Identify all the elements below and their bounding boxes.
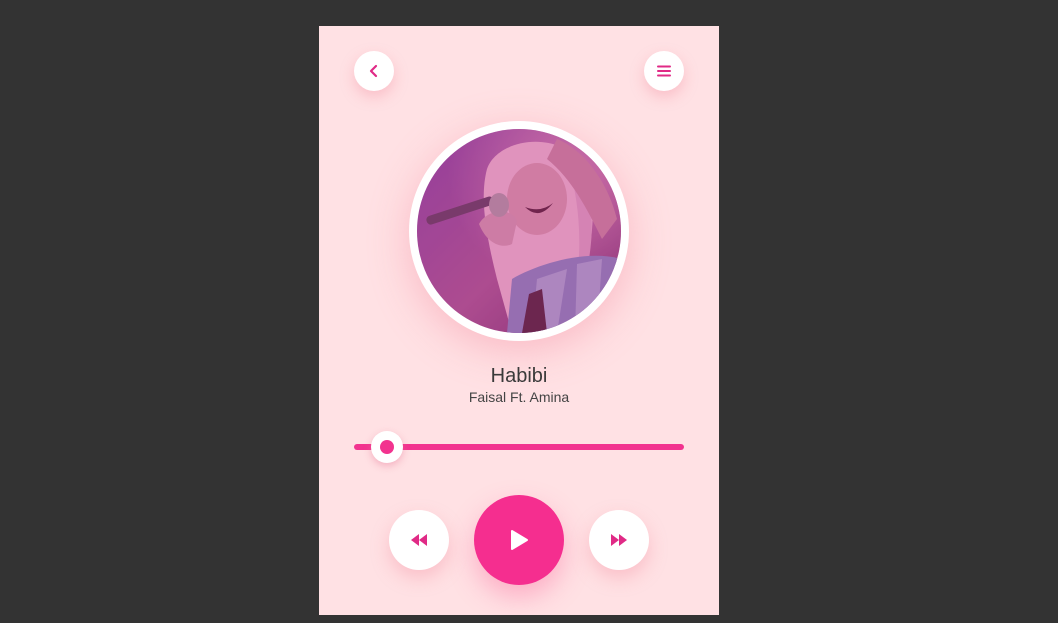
rewind-icon [411,534,427,546]
back-button[interactable] [354,51,394,91]
song-artist: Faisal Ft. Amina [468,389,570,405]
rewind-button[interactable] [389,510,449,570]
progress-bar[interactable] [354,431,684,463]
play-icon [511,530,528,550]
progress-knob-dot [380,440,394,454]
hamburger-menu-icon [657,65,671,77]
song-title: Habibi [490,365,548,387]
menu-button[interactable] [644,51,684,91]
album-cover [409,121,629,341]
chevron-left-icon [369,64,378,78]
album-art-image [417,129,621,333]
music-player: Habibi Faisal Ft. Amina [319,26,719,615]
fast-forward-icon [611,534,627,546]
progress-slider-handle[interactable] [371,431,403,463]
play-button[interactable] [474,495,564,585]
fast-forward-button[interactable] [589,510,649,570]
